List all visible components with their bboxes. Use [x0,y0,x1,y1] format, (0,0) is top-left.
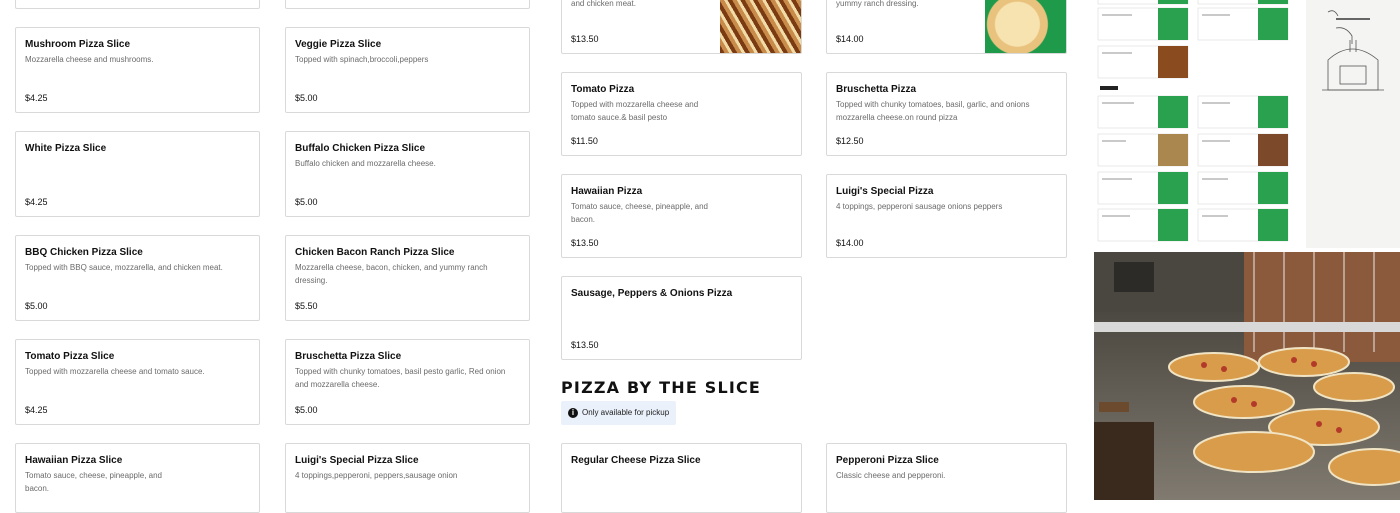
item-title: Tomato Pizza Slice [25,351,115,362]
item-description: Classic cheese and pepperoni. [836,471,946,480]
section-heading: PIZZA BY THE SLICE [561,378,762,397]
menu-thumbnail-image[interactable] [1094,0,1306,248]
menu-card[interactable]: Buffalo Chicken Pizza Slice Buffalo chic… [285,131,530,217]
item-title: Veggie Pizza Slice [295,39,382,50]
menu-card[interactable]: Chicken Bacon Ranch Pizza Slice Mozzarel… [285,235,530,321]
item-title: Mushroom Pizza Slice [25,39,131,50]
item-description: Tomato sauce, cheese, pineapple, and bac… [25,471,162,493]
pickup-text: Only available for pickup [582,408,670,417]
pizza-photo [985,0,1066,53]
item-description: Mozzarella cheese and mushrooms. [25,55,154,64]
item-description: Topped with BBQ sauce, mozzarella, and c… [571,0,636,8]
pizza-photo [720,0,801,53]
item-price: $11.50 [571,136,598,146]
menu-thumbnail-graphic [1097,0,1289,242]
item-price: $5.00 [25,301,48,311]
menu-card[interactable]: Hawaiian Pizza Tomato sauce, cheese, pin… [561,174,802,258]
menu-card[interactable]: Bruschetta Pizza Slice Topped with chunk… [285,339,530,425]
item-description: Buffalo chicken and mozzarella cheese. [295,159,436,168]
oven-sketch-graphic [1322,10,1384,91]
menu-card-partial[interactable] [285,0,530,9]
item-description: Mozzarella cheese, bacon, chicken, and y… [295,263,488,285]
item-title: Bruschetta Pizza [836,84,917,95]
menu-card-partial[interactable] [15,0,260,9]
item-title: Hawaiian Pizza Slice [25,455,123,466]
item-title: Regular Cheese Pizza Slice [571,455,701,466]
menu-card[interactable]: Luigi's Special Pizza 4 toppings, pepper… [826,174,1067,258]
menu-card[interactable]: Veggie Pizza Slice Topped with spinach,b… [285,27,530,113]
item-price: $13.50 [571,34,599,44]
item-price: $5.50 [295,301,318,311]
item-title: Luigi's Special Pizza [836,186,934,197]
item-description: 4 toppings, pepperoni sausage onions pep… [836,202,1003,211]
item-price: $5.00 [295,93,318,103]
item-description: Topped with chunky tomatoes, basil, garl… [836,100,1030,122]
item-title: BBQ Chicken Pizza Slice [25,247,143,258]
item-description: Topped with mozzarella cheese and tomato… [571,100,699,122]
item-description: Mozzarella cheese, bacon, chicken, and y… [836,0,919,8]
item-title: Chicken Bacon Ranch Pizza Slice [295,247,455,258]
item-title: Sausage, Peppers & Onions Pizza [571,288,733,299]
pickup-notice: i Only available for pickup [561,401,676,425]
item-price: $13.50 [571,340,599,350]
item-price: $5.00 [295,197,318,207]
menu-card[interactable]: Mozzarella cheese, bacon, chicken, and y… [826,0,1067,54]
menu-card[interactable]: Sausage, Peppers & Onions Pizza $13.50 [561,276,802,360]
menu-card[interactable]: Topped with BBQ sauce, mozzarella, and c… [561,0,802,54]
item-title: Pepperoni Pizza Slice [836,455,939,466]
item-price: $14.00 [836,238,864,248]
menu-card[interactable]: BBQ Chicken Pizza Slice Topped with BBQ … [15,235,260,321]
menu-card[interactable]: Luigi's Special Pizza Slice 4 toppings,p… [285,443,530,513]
item-title: Luigi's Special Pizza Slice [295,455,419,466]
menu-card[interactable]: Hawaiian Pizza Slice Tomato sauce, chees… [15,443,260,513]
item-title: Buffalo Chicken Pizza Slice [295,143,426,154]
item-description: Topped with chunky tomatoes, basil pesto… [295,367,506,389]
item-title: Tomato Pizza [571,84,635,95]
info-icon: i [568,408,578,418]
item-price: $5.00 [295,405,318,415]
item-description: Topped with BBQ sauce, mozzarella, and c… [25,263,223,272]
item-price: $14.00 [836,34,864,44]
item-description: Tomato sauce, cheese, pineapple, and bac… [571,202,708,224]
restaurant-photo[interactable] [1094,252,1400,500]
menu-card[interactable]: Bruschetta Pizza Topped with chunky toma… [826,72,1067,156]
menu-card[interactable]: Tomato Pizza Slice Topped with mozzarell… [15,339,260,425]
menu-card[interactable]: White Pizza Slice $4.25 [15,131,260,217]
menu-card[interactable]: Regular Cheese Pizza Slice [561,443,802,513]
item-price: $13.50 [571,238,599,248]
item-description: Topped with mozzarella cheese and tomato… [25,367,205,376]
menu-card[interactable]: Mushroom Pizza Slice Mozzarella cheese a… [15,27,260,113]
oven-illustration [1306,0,1400,248]
menu-card[interactable]: Tomato Pizza Topped with mozzarella chee… [561,72,802,156]
item-title: Bruschetta Pizza Slice [295,351,402,362]
item-price: $4.25 [25,405,48,415]
menu-card[interactable]: Pepperoni Pizza Slice Classic cheese and… [826,443,1067,513]
item-price: $4.25 [25,197,48,207]
item-title: White Pizza Slice [25,143,107,154]
item-description: Topped with spinach,broccoli,peppers [295,55,429,64]
item-price: $4.25 [25,93,48,103]
item-title: Hawaiian Pizza [571,186,643,197]
item-description: 4 toppings,pepperoni, peppers,sausage on… [295,471,458,480]
restaurant-photo-graphic [1094,252,1400,500]
item-price: $12.50 [836,136,864,146]
